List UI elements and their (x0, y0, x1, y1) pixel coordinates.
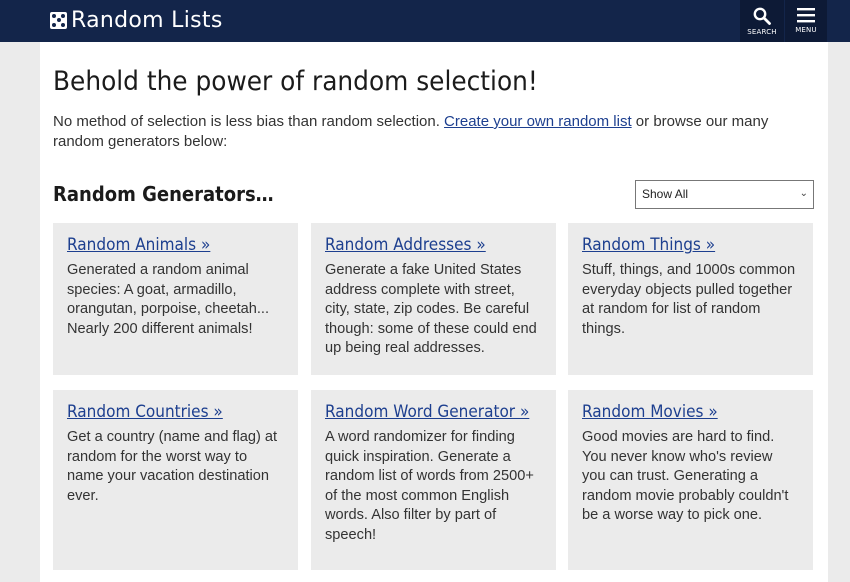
site-name: Random Lists (71, 7, 223, 33)
section-title: Random Generators… (53, 182, 274, 206)
main-content: Behold the power of random selection! No… (40, 42, 828, 582)
generator-description: Get a country (name and flag) at random … (67, 429, 278, 504)
menu-label: MENU (795, 26, 817, 34)
intro-text: No method of selection is less bias than… (53, 112, 813, 152)
generator-tile-words[interactable]: Random Word Generator » A word randomize… (311, 390, 556, 570)
generator-title-link[interactable]: Random Countries » (67, 402, 262, 422)
intro-text-before: No method of selection is less bias than… (53, 113, 445, 130)
generator-tile-things[interactable]: Random Things » Stuff, things, and 1000s… (568, 223, 813, 375)
create-list-link[interactable]: Create your own random list (444, 113, 632, 130)
generator-description: Generate a fake United States address co… (325, 262, 537, 357)
generator-title-link[interactable]: Random Movies » (582, 402, 777, 422)
search-icon (753, 7, 771, 25)
top-navigation-bar: Random Lists SEARCH MENU (0, 0, 850, 42)
dice-icon (50, 11, 67, 29)
hamburger-menu-icon (797, 8, 815, 23)
category-filter-select[interactable]: Show All ⌄ (635, 180, 814, 209)
search-label: SEARCH (747, 27, 777, 36)
filter-selected-value: Show All (642, 187, 689, 201)
generator-description: A word randomizer for finding quick insp… (325, 429, 534, 543)
site-logo-link[interactable]: Random Lists (50, 6, 223, 34)
generator-title-link[interactable]: Random Animals » (67, 235, 262, 255)
generator-tile-countries[interactable]: Random Countries » Get a country (name a… (53, 390, 298, 570)
generator-title-link[interactable]: Random Things » (582, 235, 777, 255)
generator-description: Generated a random animal species: A goa… (67, 262, 270, 337)
generator-description: Good movies are hard to find. You never … (582, 429, 789, 524)
generator-tile-animals[interactable]: Random Animals » Generated a random anim… (53, 223, 298, 375)
menu-button[interactable]: MENU (785, 0, 827, 42)
generator-description: Stuff, things, and 1000s common everyday… (582, 262, 796, 337)
generator-title-link[interactable]: Random Word Generator » (325, 402, 529, 422)
generator-tile-addresses[interactable]: Random Addresses » Generate a fake Unite… (311, 223, 556, 375)
generator-title-link[interactable]: Random Addresses » (325, 235, 520, 255)
generator-tile-movies[interactable]: Random Movies » Good movies are hard to … (568, 390, 813, 570)
page-title: Behold the power of random selection! (53, 66, 538, 97)
search-button[interactable]: SEARCH (740, 0, 784, 42)
chevron-down-icon: ⌄ (799, 188, 808, 199)
